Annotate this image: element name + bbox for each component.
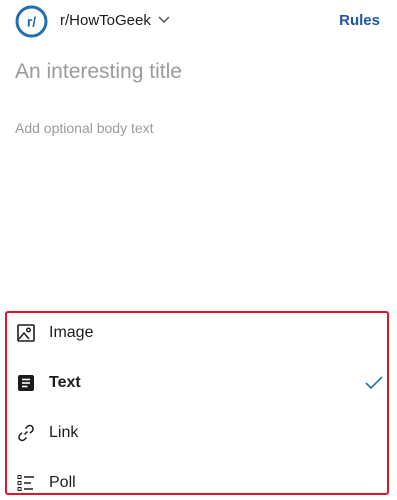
post-type-image[interactable]: Image: [7, 316, 387, 350]
chevron-down-icon[interactable]: [157, 13, 171, 27]
post-type-label: Image: [49, 324, 94, 341]
checkmark-icon: [365, 376, 383, 390]
title-input[interactable]: An interesting title: [15, 60, 182, 84]
rules-button[interactable]: Rules: [339, 12, 380, 29]
post-type-poll[interactable]: Poll: [7, 466, 387, 500]
community-name[interactable]: r/HowToGeek: [60, 12, 151, 29]
text-icon: [18, 375, 34, 391]
image-icon: [17, 324, 35, 342]
post-type-link[interactable]: Link: [7, 416, 387, 450]
post-type-label: Link: [49, 424, 79, 441]
community-badge: r/: [27, 14, 36, 30]
post-type-label: Poll: [49, 474, 76, 491]
header: r/ r/HowToGeek Rules: [0, 0, 397, 44]
post-type-text[interactable]: Text: [7, 366, 387, 400]
community-icon[interactable]: r/: [15, 5, 48, 38]
link-icon: [18, 424, 34, 442]
post-type-label: Text: [49, 374, 81, 391]
post-type-menu: Image Text Link Poll: [5, 311, 389, 495]
poll-icon: [17, 475, 34, 491]
body-input[interactable]: Add optional body text: [15, 120, 154, 136]
